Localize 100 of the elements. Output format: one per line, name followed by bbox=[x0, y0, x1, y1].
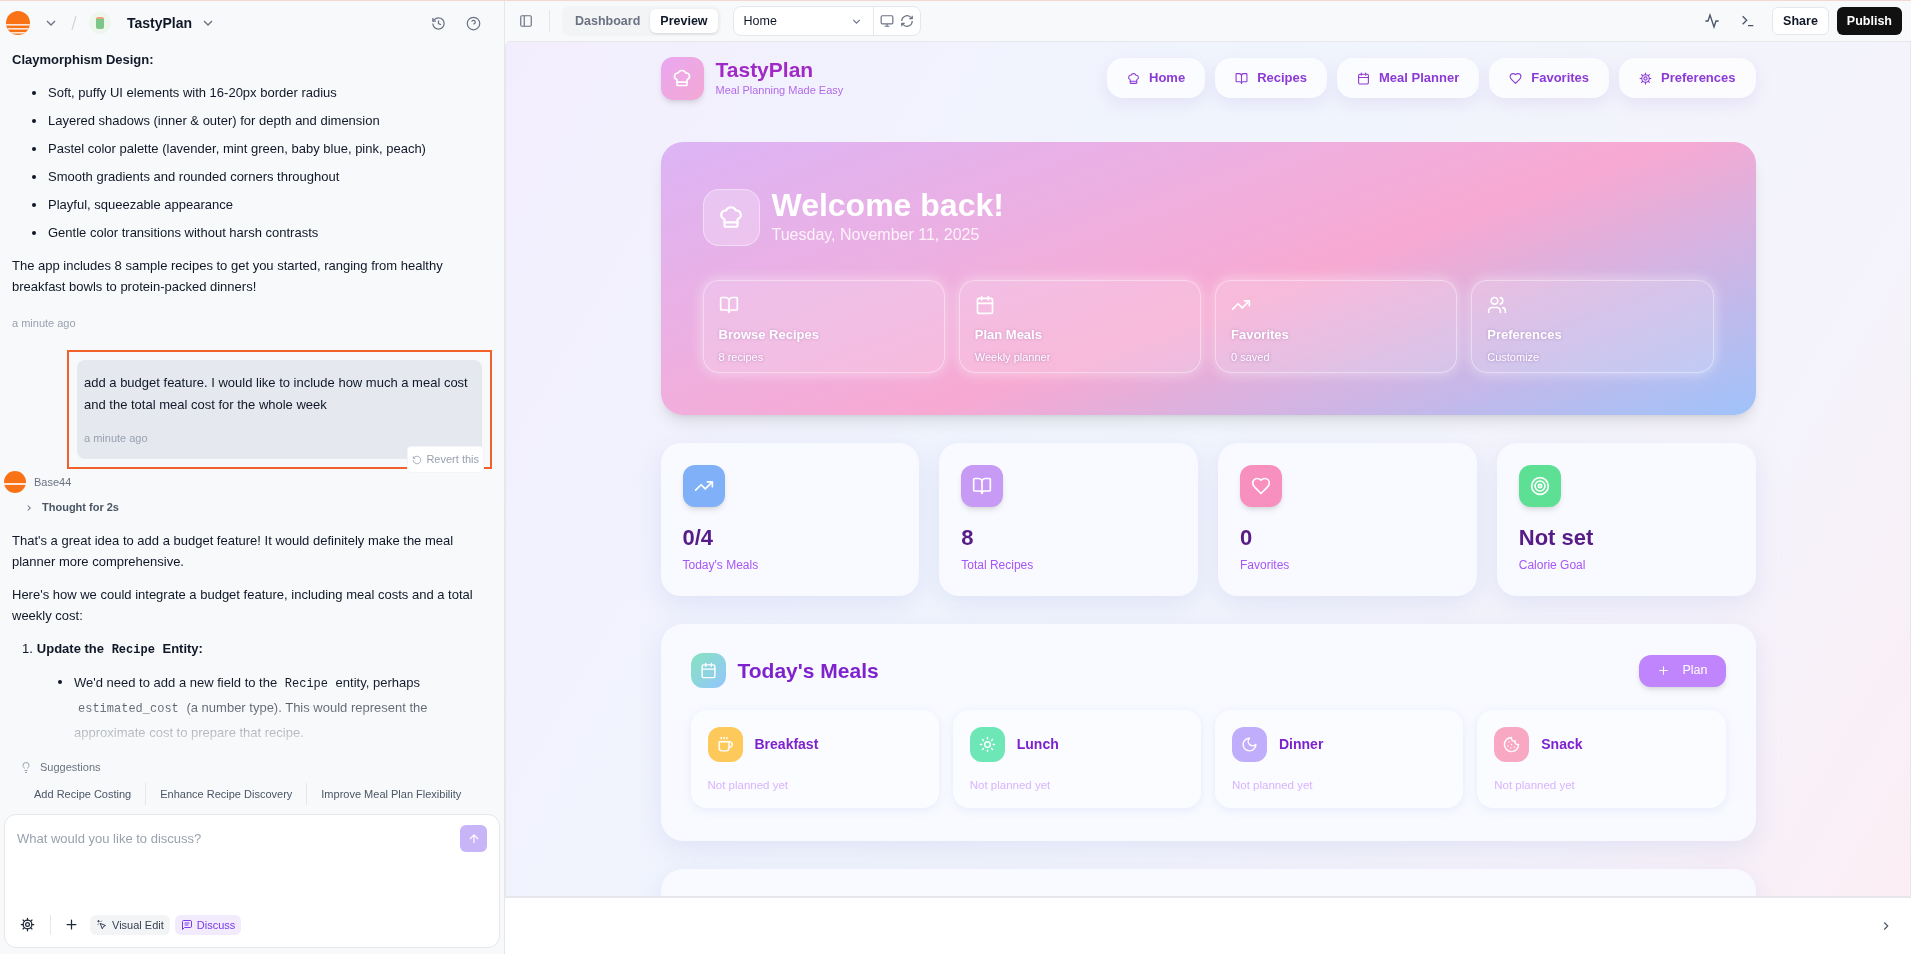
stat-label: Total Recipes bbox=[961, 557, 1035, 574]
mode-button[interactable]: Visual Edit bbox=[90, 914, 170, 935]
settings-icon bbox=[20, 917, 35, 933]
logo-icon[interactable] bbox=[5, 10, 31, 36]
meal-status: Not planned yet bbox=[969, 778, 1052, 793]
book-icon bbox=[1235, 71, 1249, 85]
timestamp: a minute ago bbox=[84, 431, 149, 446]
stat-value: 0 bbox=[1240, 524, 1254, 552]
share-button[interactable]: Share bbox=[1772, 7, 1829, 35]
sidebar-toggle-icon[interactable] bbox=[519, 14, 533, 28]
list-item-text: Soft, puffy UI elements with 16-20px border radius bbox=[48, 84, 337, 102]
mode-button[interactable]: Discuss bbox=[174, 914, 242, 935]
assistant-name: Base44 bbox=[34, 474, 72, 490]
stat-value: 8 bbox=[961, 524, 975, 552]
publish-button[interactable]: Publish bbox=[1836, 7, 1902, 35]
card-subtitle: Customize bbox=[1487, 349, 1541, 365]
stat-label: Calorie Goal bbox=[1518, 557, 1587, 574]
brand-name: TastyPlan bbox=[715, 57, 815, 82]
refresh-icon[interactable] bbox=[899, 14, 914, 28]
sun-icon bbox=[978, 736, 996, 753]
section-title: Today's Meals bbox=[737, 657, 879, 684]
card-title: Favorites bbox=[1231, 326, 1290, 344]
suggestion-chip[interactable]: Improve Meal Plan Flexibility bbox=[307, 781, 476, 806]
help-icon[interactable] bbox=[466, 15, 481, 31]
welcome-date: Tuesday, November 11, 2025 bbox=[771, 225, 981, 245]
stat-label: Favorites bbox=[1240, 557, 1291, 574]
activity-icon[interactable] bbox=[1704, 13, 1721, 29]
meal-card[interactable]: Lunch Not planned yet bbox=[952, 710, 1201, 808]
users-icon bbox=[1487, 295, 1508, 315]
meal-card[interactable]: Breakfast Not planned yet bbox=[690, 710, 939, 808]
message-heading: Claymorphism Design: bbox=[12, 51, 155, 69]
meal-card[interactable]: Snack Not planned yet bbox=[1477, 710, 1726, 808]
message-text: The app includes 8 sample recipes to get you started, ranging from healthy breakfast bowls to protein-packed dinners! bbox=[12, 257, 444, 296]
book-icon bbox=[718, 295, 739, 315]
view-tab[interactable]: Preview bbox=[650, 8, 718, 34]
list-item-text: Gentle color transitions without harsh contrasts bbox=[48, 224, 319, 242]
meal-name: Breakfast bbox=[754, 735, 819, 754]
card-title: Plan Meals bbox=[974, 326, 1043, 344]
heart-icon bbox=[1251, 476, 1271, 496]
message-icon bbox=[180, 918, 193, 931]
project-name[interactable]: TastyPlan bbox=[127, 12, 193, 34]
cookie-icon bbox=[1503, 736, 1521, 753]
meal-name: Dinner bbox=[1279, 735, 1324, 754]
message-text: That's a great idea to add a budget feature! It would definitely make the meal planner more comprehensive. bbox=[12, 532, 455, 571]
view-tab[interactable]: Dashboard bbox=[565, 8, 651, 34]
plus-icon bbox=[64, 917, 79, 933]
lightbulb-icon bbox=[20, 760, 32, 774]
suggestion-chip[interactable]: Add Recipe Costing bbox=[20, 781, 146, 806]
nav-button[interactable]: Preferences bbox=[1619, 58, 1756, 98]
step-title: Update the Recipe Entity: bbox=[36, 640, 203, 659]
meal-name: Lunch bbox=[1016, 735, 1059, 754]
card-title: Browse Recipes bbox=[718, 326, 820, 344]
list-item-text: We'd need to add a new field to the Recipe entity, perhaps estimated_cost (a number type). This would represent the approximate cost to prepare that recipe. bbox=[74, 674, 429, 742]
nav-button[interactable]: Home bbox=[1107, 58, 1206, 98]
suggestion-chip[interactable]: Enhance Recipe Discovery bbox=[146, 781, 307, 806]
history-icon[interactable] bbox=[431, 15, 446, 31]
plus-icon bbox=[1657, 664, 1671, 677]
suggestions-label: Suggestions bbox=[40, 760, 101, 775]
chef-hat-icon bbox=[1127, 71, 1141, 85]
stat-label: Today's Meals bbox=[682, 557, 760, 574]
list-item-text: Pastel color palette (lavender, mint green, baby blue, pink, peach) bbox=[48, 140, 426, 158]
heart-icon bbox=[1509, 71, 1523, 85]
project-icon bbox=[89, 12, 111, 34]
chef-hat-icon bbox=[672, 68, 692, 88]
chef-hat-icon bbox=[718, 204, 744, 230]
target-icon bbox=[1529, 476, 1550, 496]
book-icon bbox=[972, 476, 993, 496]
meal-status: Not planned yet bbox=[1494, 778, 1576, 793]
nav-button[interactable]: Favorites bbox=[1489, 58, 1610, 98]
list-item-text: Layered shadows (inner & outer) for depth and dimension bbox=[48, 112, 380, 130]
meal-name: Snack bbox=[1541, 735, 1583, 754]
list-item-text: Smooth gradients and rounded corners throughout bbox=[48, 168, 340, 186]
meal-card[interactable]: Dinner Not planned yet bbox=[1215, 710, 1464, 808]
settings-icon bbox=[1639, 71, 1653, 85]
welcome-title: Welcome back! bbox=[771, 187, 1004, 223]
calendar-icon bbox=[1357, 71, 1371, 85]
calendar-icon bbox=[974, 295, 995, 315]
monitor-icon[interactable] bbox=[879, 14, 894, 28]
nav-button[interactable]: Meal Planner bbox=[1337, 58, 1480, 98]
meal-status: Not planned yet bbox=[1232, 778, 1314, 793]
timestamp: a minute ago bbox=[12, 316, 77, 331]
card-subtitle: Weekly planner bbox=[974, 349, 1052, 365]
stat-value: Not set bbox=[1518, 524, 1595, 552]
nav-button[interactable]: Recipes bbox=[1215, 58, 1328, 98]
list-item-text: Playful, squeezable appearance bbox=[48, 196, 234, 214]
page-select[interactable]: Home bbox=[733, 7, 874, 35]
sparkle-cursor-icon bbox=[96, 918, 108, 931]
meal-status: Not planned yet bbox=[707, 778, 790, 793]
list-number: 1. bbox=[22, 640, 33, 658]
card-subtitle: 8 recipes bbox=[718, 349, 765, 365]
thought-toggle[interactable]: Thought for 2s bbox=[42, 497, 119, 518]
calendar-icon bbox=[699, 662, 717, 679]
arrow-up-icon bbox=[466, 831, 481, 846]
card-title: Preferences bbox=[1487, 326, 1563, 344]
moon-icon bbox=[1241, 736, 1258, 753]
user-message-text: add a budget feature. I would like to include how much a meal cost and the total meal cost for the whole week bbox=[84, 374, 469, 414]
undo-icon bbox=[412, 454, 423, 465]
stat-value: 0/4 bbox=[682, 524, 715, 552]
message-input[interactable]: What would you like to discuss? bbox=[17, 825, 460, 852]
message-text: Here's how we could integrate a budget feature, including meal costs and a total weekly cost: bbox=[12, 586, 474, 625]
